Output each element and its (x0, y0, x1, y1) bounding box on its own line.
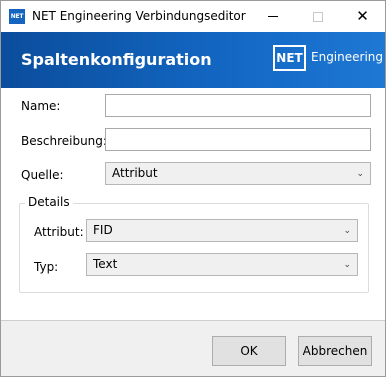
description-input[interactable] (105, 128, 371, 151)
window-title: NET Engineering Verbindungseditor (32, 9, 246, 23)
maximize-button (295, 1, 340, 32)
minimize-button[interactable] (250, 1, 295, 32)
attribute-label: Attribut: (34, 225, 84, 239)
header-banner: Spaltenkonfiguration NET Engineering (1, 32, 385, 88)
banner-title: Spaltenkonfiguration (21, 50, 212, 69)
net-app-icon: NET (9, 9, 25, 24)
name-input[interactable] (105, 94, 371, 117)
close-icon: ✕ (356, 7, 369, 25)
source-value: Attribut (112, 166, 158, 180)
minimize-icon (267, 16, 278, 17)
cancel-button[interactable]: Abbrechen (298, 336, 372, 366)
type-label: Typ: (34, 260, 59, 274)
name-label: Name: (21, 99, 61, 113)
title-bar[interactable]: NET NET Engineering Verbindungseditor ✕ (1, 1, 385, 32)
logo-net: NET (273, 45, 306, 71)
logo-engineering: Engineering (311, 50, 383, 64)
description-label: Beschreibung: (21, 134, 107, 148)
chevron-down-icon: ⌄ (343, 226, 351, 236)
form-area: Name: Beschreibung: Quelle: Attribut ⌄ D… (1, 88, 385, 320)
dialog-window: NET NET Engineering Verbindungseditor ✕ … (0, 0, 386, 377)
ok-button[interactable]: OK (212, 336, 286, 366)
chevron-down-icon: ⌄ (343, 260, 351, 270)
chevron-down-icon: ⌄ (356, 169, 364, 179)
close-button[interactable]: ✕ (340, 1, 385, 32)
source-select[interactable]: Attribut ⌄ (105, 162, 371, 185)
source-label: Quelle: (21, 168, 64, 182)
type-value: Text (93, 257, 118, 271)
type-select[interactable]: Text ⌄ (86, 253, 358, 276)
attribute-select[interactable]: FID ⌄ (86, 219, 358, 242)
footer-divider (1, 320, 385, 321)
attribute-value: FID (93, 223, 113, 237)
maximize-icon (312, 11, 323, 22)
details-group (19, 203, 369, 293)
details-legend: Details (25, 195, 73, 209)
